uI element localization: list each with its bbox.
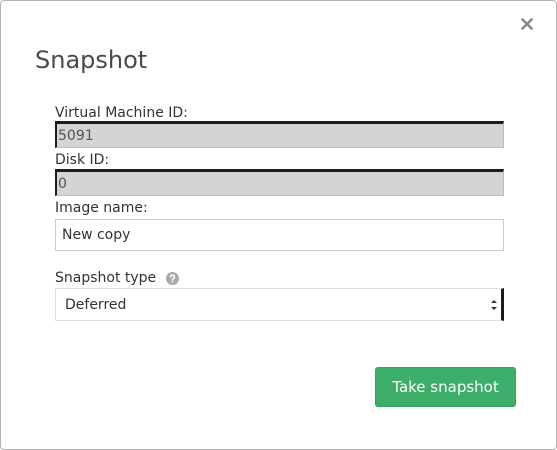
snapshot-type-row: Snapshot type	[55, 269, 179, 287]
select-arrows-icon	[491, 300, 497, 310]
image-name-label: Image name:	[55, 200, 148, 216]
dialog-title: Snapshot	[35, 46, 148, 74]
snapshot-type-label: Snapshot type	[55, 270, 157, 286]
disk-id-field[interactable]	[55, 169, 504, 196]
take-snapshot-button[interactable]: Take snapshot	[375, 367, 516, 407]
disk-id-label: Disk ID:	[55, 152, 110, 168]
vm-id-label: Virtual Machine ID:	[55, 105, 188, 121]
snapshot-type-select[interactable]: Deferred	[55, 288, 504, 321]
snapshot-type-value: Deferred	[65, 297, 127, 313]
vm-id-field[interactable]	[55, 121, 504, 148]
close-icon[interactable]	[516, 13, 538, 35]
snapshot-dialog: Snapshot Virtual Machine ID: Disk ID: Im…	[0, 0, 557, 450]
question-circle-icon[interactable]	[165, 271, 179, 285]
image-name-input[interactable]	[55, 219, 504, 251]
